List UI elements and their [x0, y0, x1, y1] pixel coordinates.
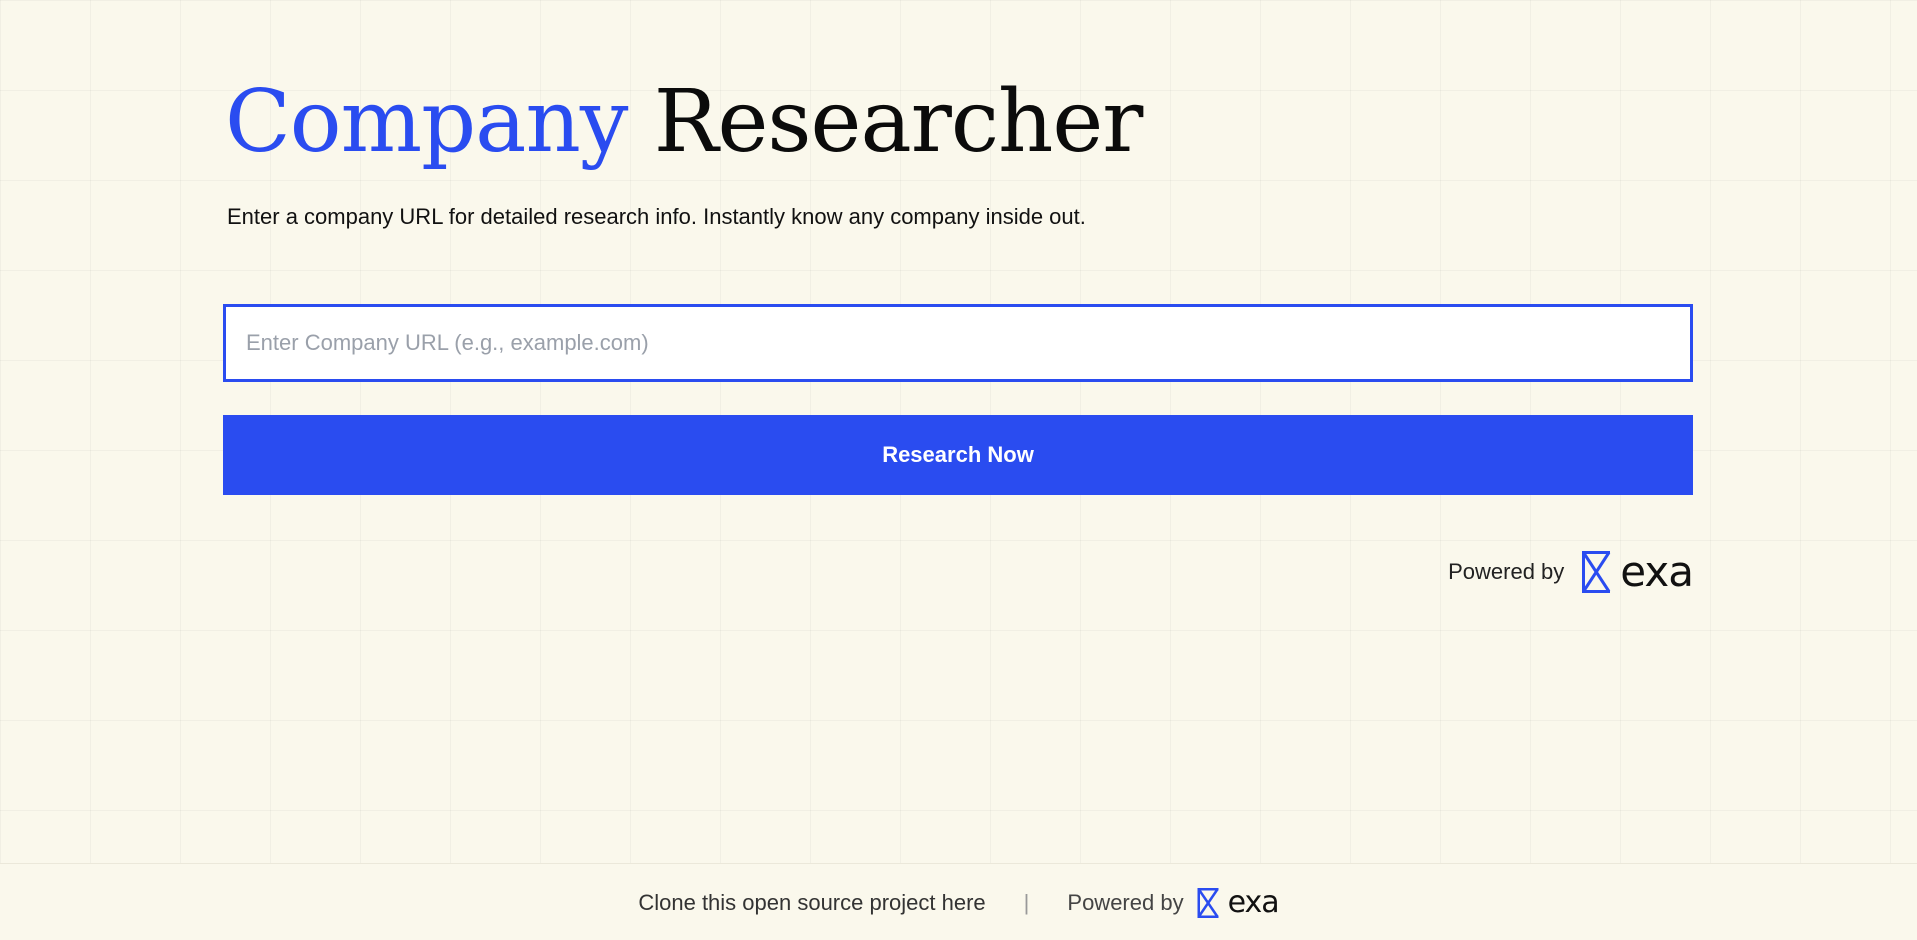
footer-powered-label: Powered by — [1067, 889, 1184, 915]
page-title-rest: Researcher — [653, 72, 1144, 172]
footer-exa-wordmark: exa — [1227, 884, 1280, 920]
footer: Clone this open source project here | Po… — [0, 863, 1917, 940]
exa-logo-icon — [1197, 887, 1219, 918]
page-title-accent: Company — [225, 72, 628, 172]
research-now-button[interactable]: Research Now — [223, 415, 1693, 495]
footer-exa-logo-link[interactable]: exa — [1196, 884, 1280, 920]
powered-by-section: Powered by exa — [1448, 547, 1694, 596]
powered-by-label: Powered by — [1448, 559, 1565, 584]
company-url-input[interactable] — [223, 304, 1693, 382]
exa-wordmark: exa — [1620, 547, 1694, 596]
clone-project-link[interactable]: Clone this open source project here — [638, 890, 985, 916]
footer-separator: | — [1023, 889, 1030, 915]
page-title: Company Researcher — [225, 72, 1144, 172]
page-subtitle: Enter a company URL for detailed researc… — [227, 204, 1086, 229]
footer-powered-by: Powered by exa — [1067, 884, 1280, 920]
exa-logo-link[interactable]: exa — [1580, 547, 1694, 596]
exa-logo-icon — [1582, 551, 1611, 593]
